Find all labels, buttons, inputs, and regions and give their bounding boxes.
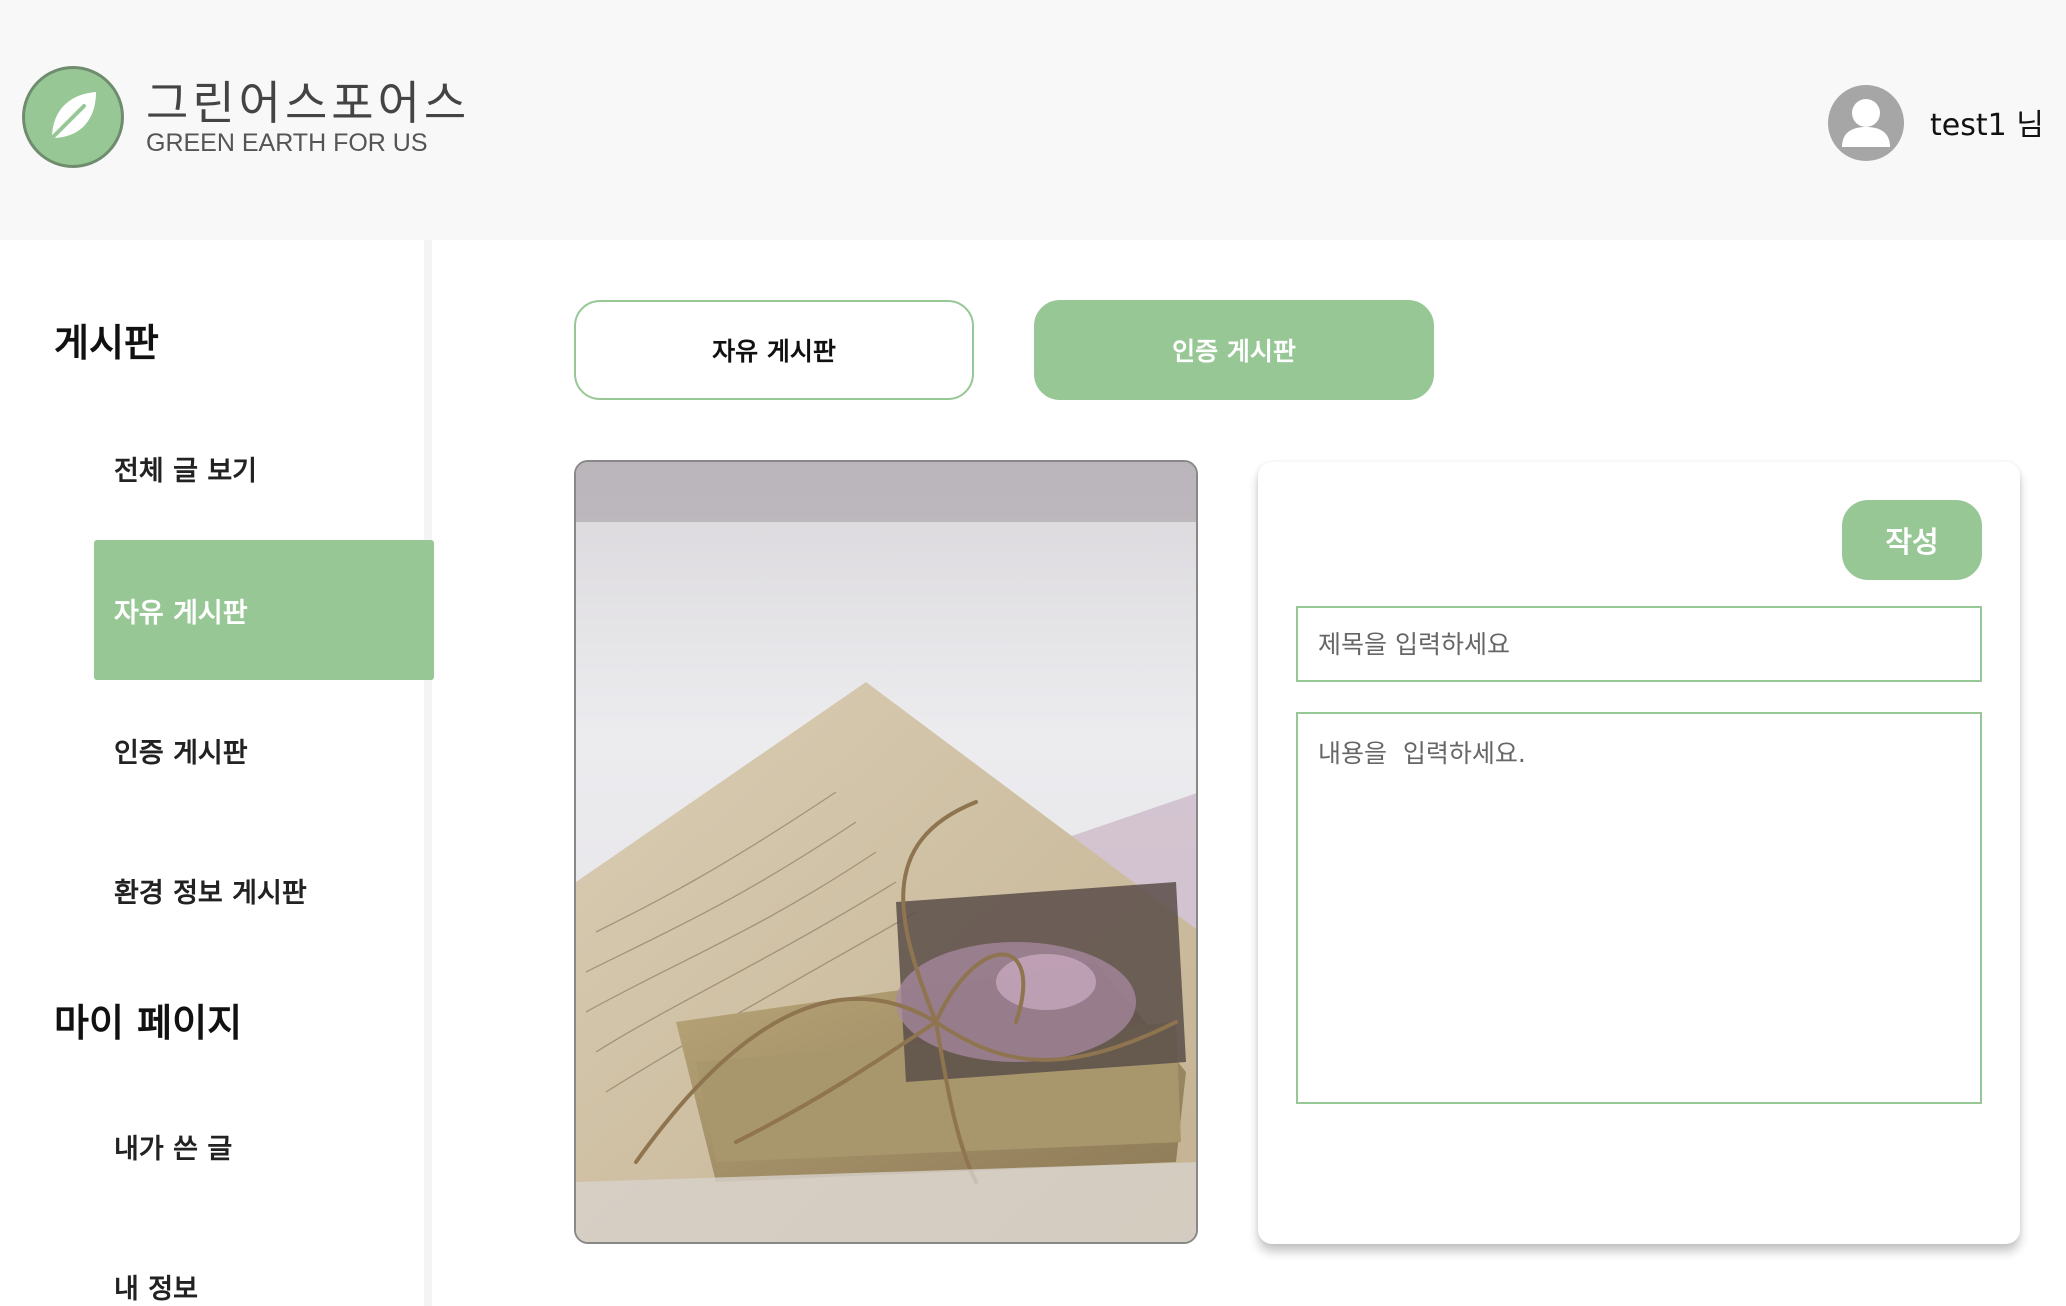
sidebar-item-all-posts[interactable]: 전체 글 보기 — [94, 398, 434, 538]
sidebar-item-cert-board[interactable]: 인증 게시판 — [94, 680, 434, 820]
tab-cert-board[interactable]: 인증 게시판 — [1034, 300, 1434, 400]
title-input[interactable] — [1296, 606, 1982, 682]
logo-title[interactable]: 그린어스포어스 — [146, 78, 470, 129]
header: 그린어스포어스 GREEN EARTH FOR US test1 님 — [0, 0, 2066, 240]
board-section-title: 게시판 — [54, 321, 159, 365]
logo-subtitle: GREEN EARTH FOR US — [146, 129, 428, 157]
sidebar-item-my-info[interactable]: 내 정보 — [94, 1216, 434, 1306]
user-icon[interactable] — [1828, 85, 1904, 161]
mypage-section-title: 마이 페이지 — [54, 1001, 243, 1045]
sidebar: 게시판 전체 글 보기 자유 게시판 인증 게시판 환경 정보 게시판 마이 페… — [0, 240, 434, 1306]
content-textarea[interactable] — [1296, 712, 1982, 1104]
leaf-icon[interactable] — [22, 66, 124, 168]
sidebar-item-env-info-board[interactable]: 환경 정보 게시판 — [94, 820, 434, 960]
submit-button[interactable]: 작성 — [1842, 500, 1982, 580]
sidebar-item-free-board[interactable]: 자유 게시판 — [94, 540, 434, 680]
sidebar-item-my-posts[interactable]: 내가 쓴 글 — [94, 1076, 434, 1216]
post-editor-card: 작성 — [1258, 462, 2020, 1244]
tab-free-board[interactable]: 자유 게시판 — [574, 300, 974, 400]
username[interactable]: test1 님 — [1930, 100, 2044, 144]
post-image[interactable] — [574, 460, 1198, 1244]
